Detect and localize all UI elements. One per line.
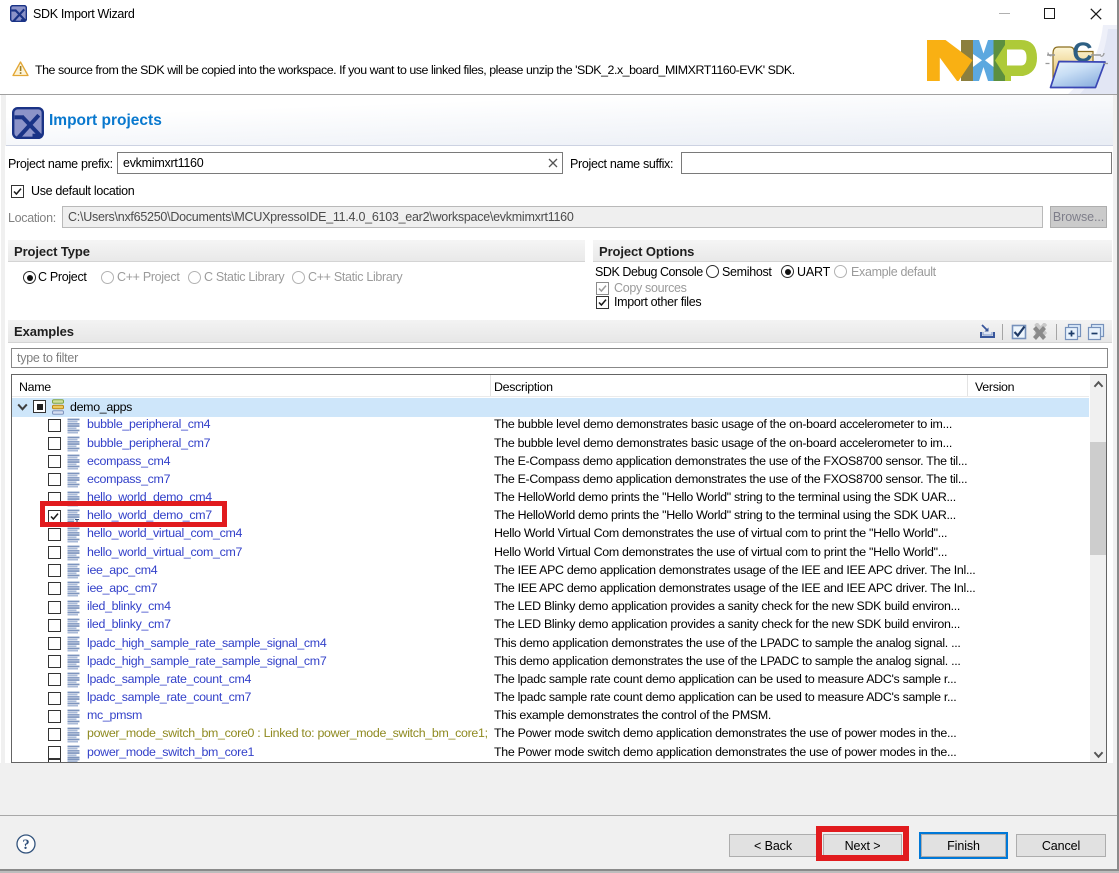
svg-text:?: ? — [22, 837, 29, 853]
